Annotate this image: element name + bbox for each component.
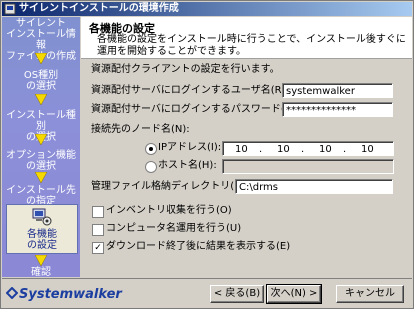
header-band: 各機能の設定 各機能の設定をインストール時に行うことで、インストール後すぐに運用… [81,17,412,59]
host-name-label: ホスト名(H): [158,160,217,171]
step-arrow-icon [34,255,48,267]
step-feature-settings-active: 各機能 の設定 [6,204,78,254]
footer-bar: Systemwalker < 戻る(B) 次へ(N) > キャンセル [2,278,412,308]
back-button[interactable]: < 戻る(B) [210,285,264,303]
cancel-button[interactable]: キャンセル [336,285,404,303]
step-arrow-icon [34,172,48,184]
ip-address-radio[interactable] [145,143,157,155]
ip-octet-1: 10 [235,144,248,155]
window-title: サイレントインストールの環境作成 [19,3,179,14]
next-button[interactable]: 次へ(N) > [266,284,322,304]
ip-address-field[interactable]: 10 . 10 . 10 . 10 [222,141,394,156]
computer-name-label: コンピュータ名運用を行う(U) [106,223,242,234]
download-result-label: ダウンロード終了後に結果を表示する(E) [106,241,291,252]
host-name-radio[interactable] [145,161,157,173]
app-icon [4,3,16,15]
dir-input[interactable]: C:\drms [235,179,393,194]
ip-octet-3: 10 [319,144,332,155]
inventory-checkbox[interactable] [92,206,104,218]
user-input[interactable]: systemwalker [282,83,393,98]
step-feature-settings-label: 各機能 の設定 [27,229,57,251]
dir-label: 管理ファイル格納ディレクトリ(M): [91,181,251,192]
ip-dot: . [343,144,347,155]
ip-dot: . [301,144,305,155]
computer-name-checkbox[interactable] [92,224,104,236]
step-arrow-icon [34,94,48,106]
title-bar[interactable]: サイレントインストールの環境作成 [2,2,412,16]
step-arrow-icon [34,53,48,65]
user-label: 資源配付サーバにログインするユーザ名(R): [91,85,289,96]
installer-window: サイレントインストールの環境作成 サイレント インストール情報 ファイルの作成 … [0,0,414,309]
wizard-steps-sidebar: サイレント インストール情報 ファイルの作成 OS種別 の選択 インストール種別… [2,17,80,277]
settings-form: 資源配付クライアントの設定を行います。 資源配付サーバにログインするユーザ名(R… [81,59,412,277]
ip-octet-2: 10 [277,144,290,155]
systemwalker-logo: Systemwalker [19,287,122,302]
password-label: 資源配付サーバにログインするパスワード(P): [91,104,299,115]
settings-computer-icon [32,208,52,226]
inventory-label: インベントリ収集を行う(O) [106,205,232,216]
section-title: 資源配付クライアントの設定を行います。 [91,64,280,75]
systemwalker-logo-icon [6,287,18,299]
step-confirm: 確認 [31,267,51,277]
node-label: 接続先のノード名(N): [91,124,190,135]
ip-dot: . [259,144,263,155]
password-input[interactable]: ************** [282,102,393,117]
page-description: 各機能の設定をインストール時に行うことで、インストール後すぐに運用を開始すること… [97,34,406,57]
step-option-features: オプション機能 の選択 [6,150,76,172]
ip-octet-4: 10 [361,144,374,155]
host-name-input[interactable] [222,159,394,174]
step-os-type: OS種別 の選択 [23,70,59,92]
download-result-checkbox[interactable]: ✓ [92,242,104,254]
ip-address-label: IPアドレス(I): [158,142,222,153]
step-arrow-icon [34,134,48,146]
